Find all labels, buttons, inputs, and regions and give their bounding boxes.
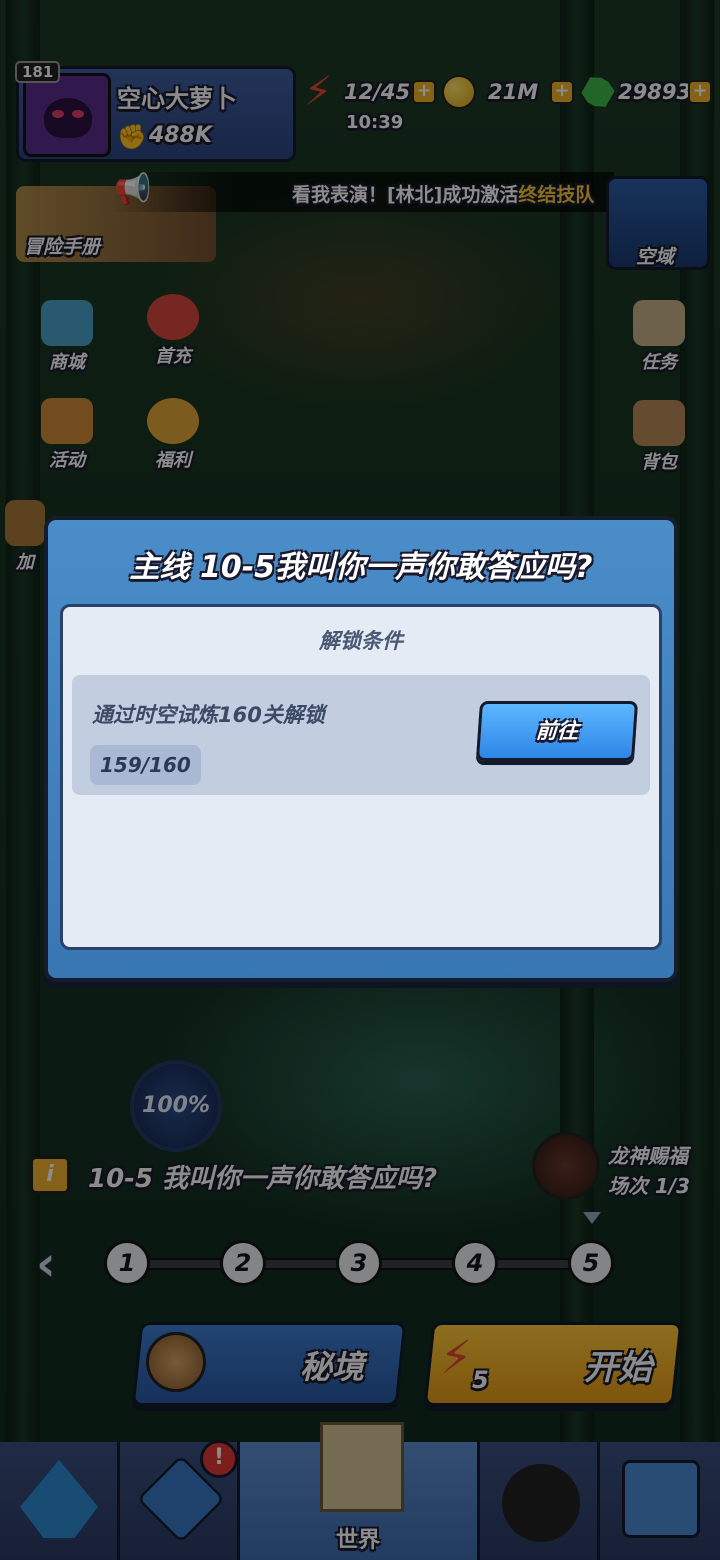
dialog-title: 主线 10-5我叫你一声你敢答应吗? [129,550,593,585]
go-button[interactable]: 前往 [475,701,639,761]
unlock-progress: 159/160 [90,745,201,785]
unlock-heading: 解锁条件 [319,629,403,653]
go-button-label: 前往 [535,719,579,743]
unlock-condition-text: 通过时空试炼160关解锁 [92,703,325,727]
unlock-condition-row: 通过时空试炼160关解锁 159/160 前往 [72,675,650,795]
dialog-body: 解锁条件 通过时空试炼160关解锁 159/160 前往 [60,604,662,950]
unlock-dialog: 主线 10-5我叫你一声你敢答应吗? 解锁条件 通过时空试炼160关解锁 159… [44,516,678,982]
